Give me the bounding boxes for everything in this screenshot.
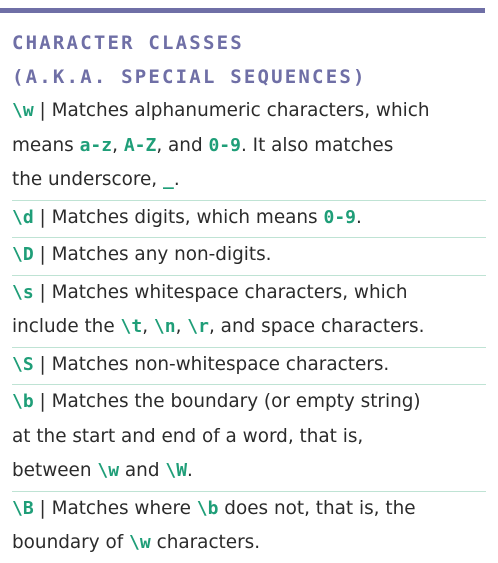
entry-text: include the: [12, 316, 121, 337]
entry-text: , and space characters.: [208, 316, 425, 337]
entry-d: \d | Matches digits, which means 0-9.: [12, 201, 486, 238]
entry-line: between \w and \W.: [12, 454, 486, 489]
entry-text: and: [119, 460, 166, 481]
entry-code: \S: [12, 353, 34, 375]
entry-text: . It also matches: [240, 134, 394, 156]
entry-line: at the start and end of a word, that is,: [12, 425, 364, 447]
entry-D: \D | Matches any non-digits.: [12, 238, 486, 276]
entry-code: \s: [12, 281, 34, 303]
entry-text: between: [12, 460, 98, 481]
entry-text: | Matches whitespace characters, which: [33, 281, 408, 303]
entry-text: .: [356, 206, 362, 228]
entry-line: means a-z, A-Z, and 0-9. It also matches: [12, 129, 486, 164]
entry-line: include the \t, \n, \r, and space charac…: [12, 310, 486, 345]
entry-code: \D: [12, 244, 34, 265]
entry-S: \S | Matches non-whitespace characters.: [12, 348, 486, 385]
entry-text: .: [173, 169, 180, 190]
inline-code: \w: [97, 460, 120, 481]
entry-text: does not, that is, the: [218, 497, 416, 519]
inline-code: A-Z: [123, 134, 157, 156]
entry-text: the underscore,: [12, 169, 163, 190]
character-class-list: \w | Matches alphanumeric characters, wh…: [12, 94, 486, 563]
top-rule: [0, 8, 485, 13]
entry-text: | Matches non-whitespace characters.: [33, 353, 390, 375]
entry-text: , and: [156, 134, 209, 156]
entry-text: ,: [175, 316, 188, 337]
entry-text: .: [187, 460, 193, 481]
inline-code: 0-9: [323, 206, 356, 228]
entry-text: | Matches alphanumeric characters, which: [33, 100, 430, 121]
inline-code: \t: [120, 316, 143, 337]
entry-code: \w: [12, 100, 34, 121]
entry-B: \B | Matches where \b does not, that is,…: [12, 492, 486, 563]
entry-text: | Matches any non-digits.: [33, 244, 272, 265]
entry-text: ,: [142, 316, 154, 337]
inline-code: \b: [196, 497, 219, 519]
entry-text: ,: [112, 134, 124, 156]
entry-text: | Matches the boundary (or empty string): [33, 391, 421, 412]
entry-code: \b: [12, 391, 34, 412]
entry-text: | Matches where: [33, 497, 197, 519]
entry-code: \d: [12, 206, 34, 228]
heading-line-2: (A.K.A. SPECIAL SEQUENCES): [12, 66, 367, 88]
entry-s: \s | Matches whitespace characters, whic…: [12, 276, 486, 348]
inline-code: 0-9: [208, 134, 241, 156]
entry-code: \B: [12, 497, 34, 519]
inline-code: \n: [153, 316, 176, 337]
entry-text: | Matches digits, which means: [33, 206, 324, 228]
inline-code: \W: [165, 460, 188, 481]
entry-b: \b | Matches the boundary (or empty stri…: [12, 385, 486, 492]
entry-text: means: [12, 134, 80, 156]
section-heading: CHARACTER CLASSES (A.K.A. SPECIAL SEQUEN…: [12, 26, 482, 94]
inline-code: \r: [187, 316, 209, 337]
entry-line: the underscore, _.: [12, 163, 486, 198]
heading-line-1: CHARACTER CLASSES: [12, 32, 244, 54]
inline-code: a-z: [79, 134, 113, 156]
entry-w: \w | Matches alphanumeric characters, wh…: [12, 94, 486, 201]
entry-line: boundary of \w characters.: [12, 526, 486, 561]
inline-code: _: [163, 169, 174, 190]
